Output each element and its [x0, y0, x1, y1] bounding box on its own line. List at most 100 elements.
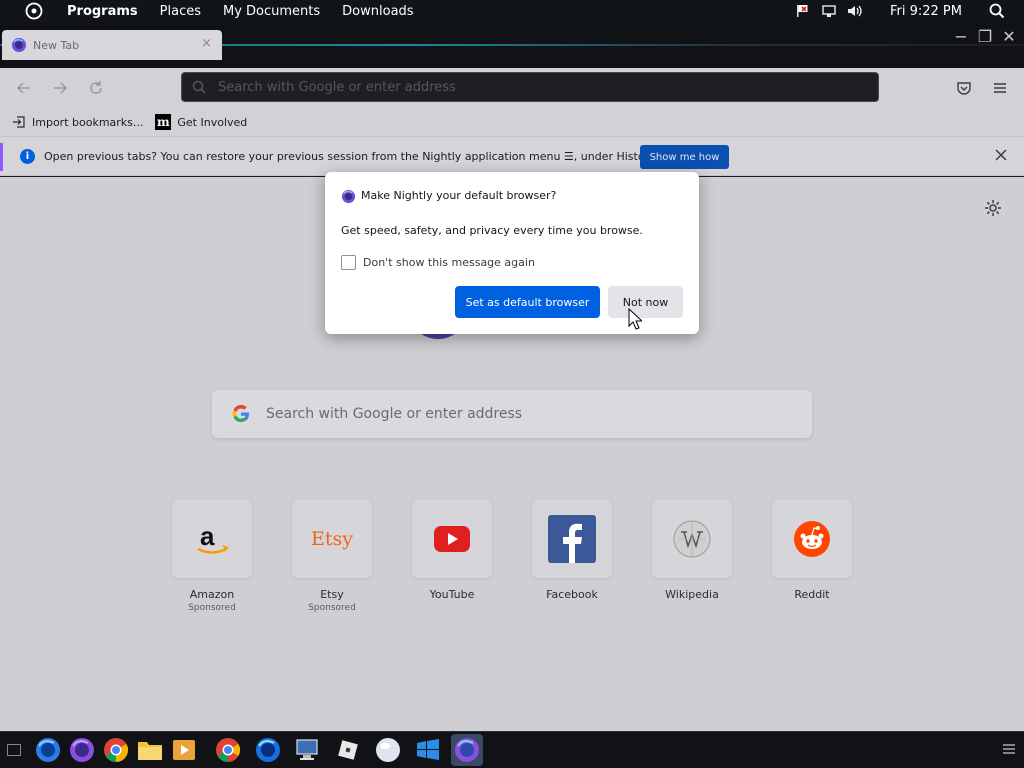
facebook-tile[interactable]	[532, 500, 612, 578]
newtab-search-placeholder: Search with Google or enter address	[266, 406, 523, 422]
reddit-icon	[794, 521, 830, 557]
tab-close-icon[interactable]: ×	[201, 36, 212, 51]
chrome-icon[interactable]	[103, 737, 129, 763]
svg-text:a: a	[200, 521, 215, 551]
system-menu-icon[interactable]	[23, 0, 45, 22]
menu-programs[interactable]: Programs	[67, 4, 138, 19]
restore-button[interactable]: ❐	[974, 26, 996, 46]
bookmarks-toolbar: Import bookmarks... m Get Involved	[0, 108, 1024, 136]
back-arrow-icon	[16, 82, 30, 94]
firefox-icon[interactable]	[255, 737, 281, 763]
tab-new-tab[interactable]: New Tab ×	[2, 30, 222, 60]
media-player-icon[interactable]	[171, 737, 197, 763]
not-now-button[interactable]: Not now	[608, 286, 683, 318]
facebook-icon	[548, 515, 596, 563]
bookmark-get-involved[interactable]: m Get Involved	[155, 114, 247, 130]
notification-accent-bar	[0, 143, 3, 171]
session-restore-notification: i Open previous tabs? You can restore yo…	[0, 136, 1024, 176]
forward-arrow-icon	[54, 82, 68, 94]
top-site-youtube[interactable]: YouTube	[412, 500, 492, 613]
top-site-name: Reddit	[794, 588, 830, 601]
network-icon[interactable]	[820, 2, 838, 20]
top-site-name: Etsy	[320, 588, 344, 601]
etsy-tile[interactable]: Etsy	[292, 500, 372, 578]
reload-button[interactable]	[85, 77, 107, 99]
back-button[interactable]	[13, 77, 35, 99]
wikipedia-tile[interactable]	[652, 500, 732, 578]
top-site-amazon[interactable]: a Amazon Sponsored	[172, 500, 252, 613]
notification-close-icon[interactable]	[994, 147, 1008, 166]
firefox-nightly-icon[interactable]	[69, 737, 95, 763]
menu-my-documents[interactable]: My Documents	[223, 4, 320, 19]
top-site-wikipedia[interactable]: Wikipedia	[652, 500, 732, 613]
pocket-button[interactable]	[953, 77, 975, 99]
top-site-name: YouTube	[429, 588, 475, 601]
dont-show-again-label[interactable]: Don't show this message again	[363, 256, 535, 269]
url-bar-placeholder: Search with Google or enter address	[218, 79, 456, 95]
newtab-search-box[interactable]: Search with Google or enter address	[212, 390, 812, 438]
wikipedia-icon	[673, 520, 711, 558]
sponsored-label: Sponsored	[188, 603, 236, 613]
reddit-tile[interactable]	[772, 500, 852, 578]
top-site-name: Wikipedia	[665, 588, 719, 601]
top-site-name: Amazon	[189, 588, 235, 601]
file-manager-icon[interactable]	[137, 737, 163, 763]
etsy-icon: Etsy	[311, 528, 353, 550]
windows-icon[interactable]	[415, 737, 441, 763]
menu-downloads[interactable]: Downloads	[342, 4, 413, 19]
firefox-nightly-icon[interactable]	[451, 734, 483, 766]
hamburger-menu-icon	[994, 83, 1006, 93]
computer-icon[interactable]	[295, 737, 321, 763]
top-site-facebook[interactable]: Facebook	[532, 500, 612, 613]
tab-strip: New Tab × − ❐ ✕	[0, 22, 1024, 68]
amazon-tile[interactable]: a	[172, 500, 252, 578]
show-me-how-button[interactable]: Show me how	[640, 145, 729, 169]
minimize-button[interactable]: −	[950, 26, 972, 46]
default-browser-dialog: Make Nightly your default browser? Get s…	[325, 172, 699, 334]
nav-toolbar: Search with Google or enter address	[0, 68, 1024, 108]
notification-message: Open previous tabs? You can restore your…	[44, 150, 658, 163]
top-site-etsy[interactable]: Etsy Etsy Sponsored	[292, 500, 372, 613]
chrome-icon[interactable]	[215, 737, 241, 763]
app-menu-button[interactable]	[989, 77, 1011, 99]
dialog-title: Make Nightly your default browser?	[361, 189, 557, 202]
roblox-icon[interactable]	[335, 737, 361, 763]
nightly-favicon-icon	[12, 38, 26, 52]
set-default-browser-button[interactable]: Set as default browser	[455, 286, 600, 318]
reload-icon	[90, 81, 102, 94]
close-window-button[interactable]: ✕	[998, 26, 1020, 46]
taskbar-menu-icon[interactable]	[1002, 743, 1016, 755]
url-bar[interactable]: Search with Google or enter address	[181, 72, 879, 102]
clock[interactable]: Fri 9:22 PM	[890, 4, 962, 19]
search-icon[interactable]	[988, 2, 1006, 20]
import-icon	[12, 115, 26, 129]
bookmark-import[interactable]: Import bookmarks...	[12, 115, 143, 129]
info-icon: i	[20, 149, 35, 164]
dialog-body: Get speed, safety, and privacy every tim…	[341, 224, 643, 237]
bookmark-import-label: Import bookmarks...	[32, 115, 144, 129]
top-site-reddit[interactable]: Reddit	[772, 500, 852, 613]
flag-icon[interactable]	[794, 2, 812, 20]
youtube-icon	[434, 526, 470, 552]
menu-places[interactable]: Places	[160, 4, 201, 19]
youtube-tile[interactable]	[412, 500, 492, 578]
show-desktop-icon[interactable]	[7, 744, 21, 756]
mozilla-m-icon: m	[155, 114, 172, 130]
tab-title: New Tab	[33, 38, 80, 52]
gear-icon[interactable]	[984, 199, 1002, 217]
window-controls: − ❐ ✕	[948, 26, 1020, 46]
top-sites: a Amazon Sponsored Etsy Etsy Sponsored Y…	[172, 500, 892, 613]
forward-button[interactable]	[49, 77, 71, 99]
ball-icon[interactable]	[375, 737, 401, 763]
amazon-icon: a	[197, 521, 229, 554]
dont-show-again-checkbox[interactable]	[341, 255, 356, 270]
svg-text:m: m	[157, 116, 170, 128]
search-icon	[192, 80, 206, 94]
volume-icon[interactable]	[846, 2, 864, 20]
sponsored-label: Sponsored	[308, 603, 356, 613]
nightly-logo-icon	[341, 189, 356, 204]
top-panel: Programs Places My Documents Downloads F…	[0, 0, 1024, 22]
taskbar	[0, 731, 1024, 768]
firefox-icon[interactable]	[35, 737, 61, 763]
top-site-name: Facebook	[546, 588, 598, 601]
